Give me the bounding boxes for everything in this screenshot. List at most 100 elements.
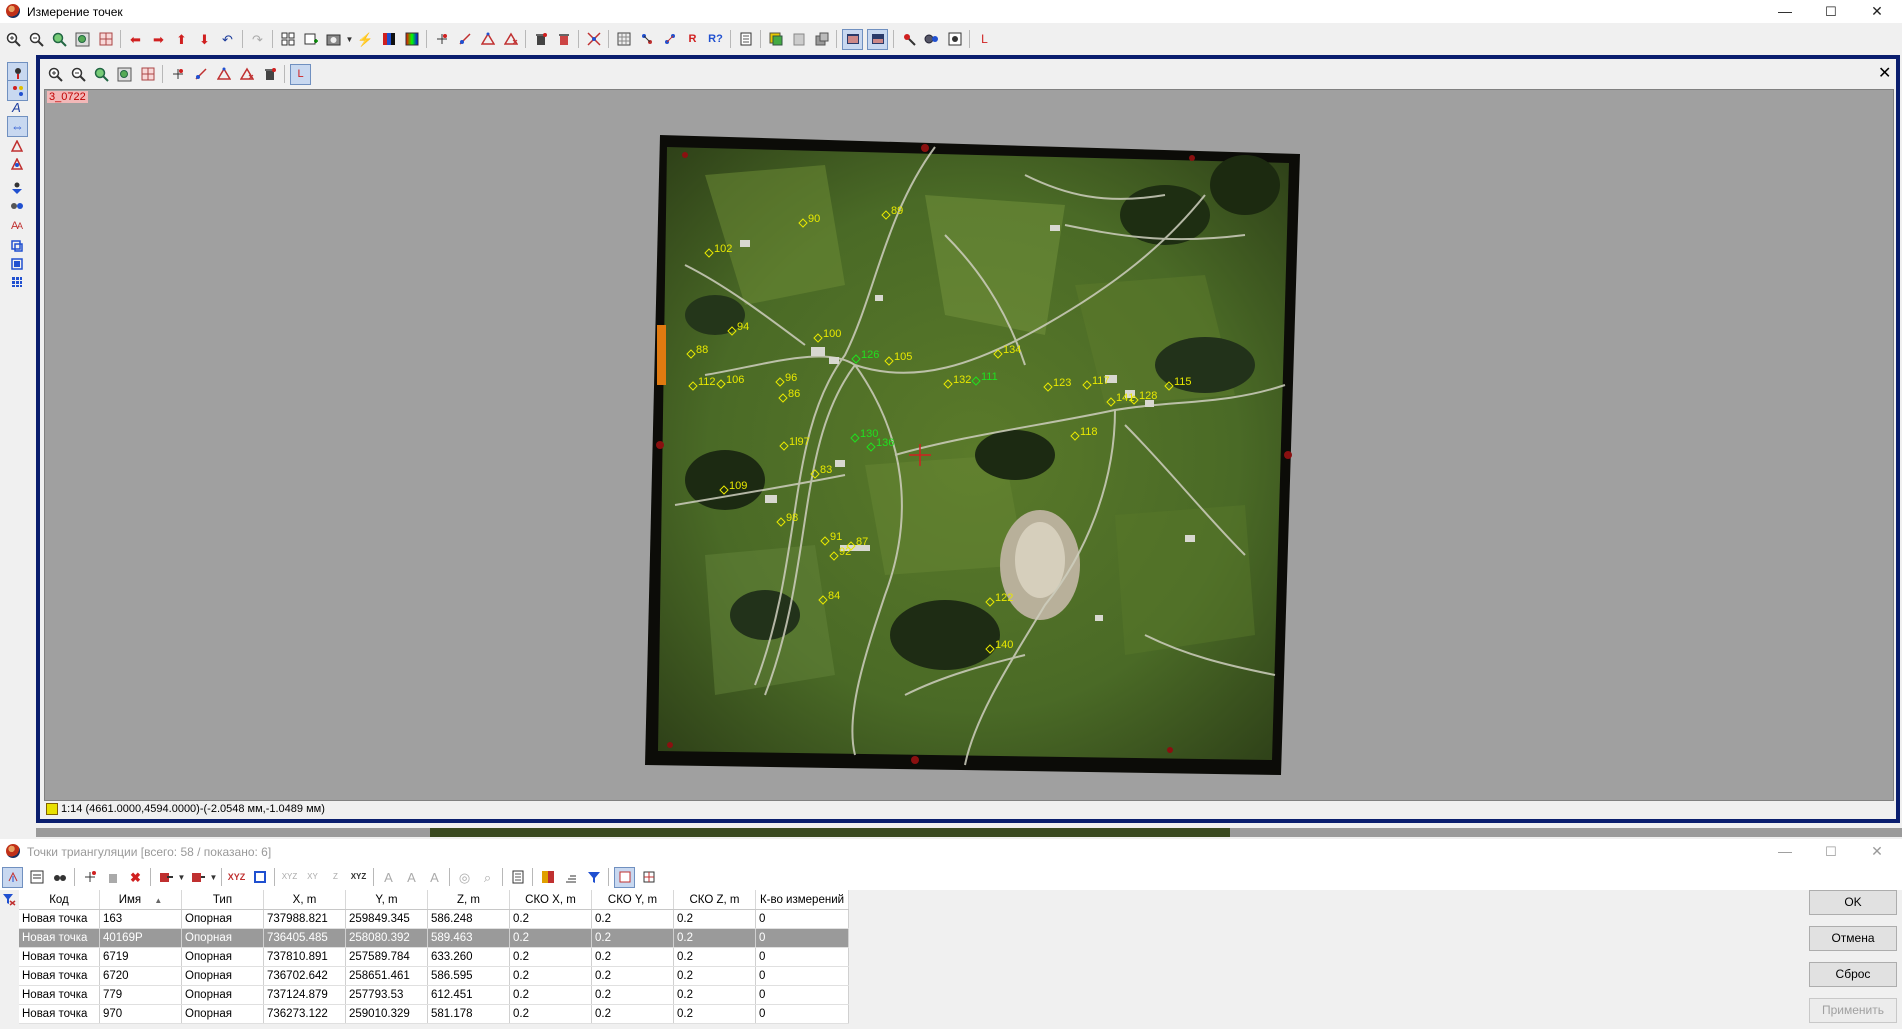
table-row[interactable]: Новая точка 40169P Опорная 736405.485 258080… <box>19 928 849 948</box>
zoom-in-icon[interactable] <box>4 30 23 49</box>
cell-name[interactable]: 6719 <box>99 947 182 967</box>
edit-row-icon[interactable] <box>103 868 122 887</box>
sort-value-icon[interactable] <box>561 868 580 887</box>
column-header-type[interactable]: Тип <box>181 890 264 910</box>
locate-icon[interactable]: ◎ <box>455 868 474 887</box>
filter-clear-icon[interactable] <box>2 892 16 909</box>
reset-button[interactable]: Сброс <box>1809 962 1897 987</box>
cell-rmse-y[interactable]: 0.2 <box>591 1004 674 1024</box>
auto-points-icon[interactable] <box>637 30 656 49</box>
cell-rmse-y[interactable]: 0.2 <box>591 928 674 948</box>
z-disabled-icon[interactable]: Z <box>326 868 345 887</box>
cell-code[interactable]: Новая точка <box>19 947 100 967</box>
horizontal-arrows-icon[interactable]: ⇔ <box>7 116 28 137</box>
triangle-c-icon[interactable]: A <box>425 868 444 887</box>
delete-row-icon[interactable]: ✖ <box>126 868 145 887</box>
cell-rmse-x[interactable]: 0.2 <box>509 928 592 948</box>
triangle-point-icon[interactable] <box>214 65 233 84</box>
table-row[interactable]: Новая точка 6719 Опорная 737810.891 257589.7… <box>19 947 849 967</box>
cell-rmse-x[interactable]: 0.2 <box>509 909 592 929</box>
zoom-tool-icon[interactable] <box>899 30 918 49</box>
point-triangle-icon[interactable] <box>7 136 26 155</box>
close-button[interactable]: ✕ <box>1854 840 1900 863</box>
sort-icon[interactable] <box>2 866 23 888</box>
grid-view-icon[interactable] <box>7 272 26 291</box>
maximize-button[interactable]: ☐ <box>1808 0 1854 23</box>
cell-name[interactable]: 40169P <box>99 928 182 948</box>
add-point-icon[interactable] <box>432 30 451 49</box>
cell-rmse-y[interactable]: 0.2 <box>591 947 674 967</box>
column-header-x[interactable]: X, m <box>263 890 346 910</box>
maximize-button[interactable]: ☐ <box>1808 840 1854 863</box>
table-row[interactable]: Новая точка 779 Опорная 737124.879 257793.53… <box>19 985 849 1005</box>
triangle-point-icon[interactable] <box>478 30 497 49</box>
cell-z[interactable]: 612.451 <box>427 985 510 1005</box>
add-point-icon[interactable] <box>168 65 187 84</box>
chevron-down-icon[interactable]: ▼ <box>177 873 186 882</box>
zoom-window-icon[interactable] <box>73 30 92 49</box>
cell-measurements[interactable]: 0 <box>755 909 849 929</box>
cell-z[interactable]: 633.260 <box>427 947 510 967</box>
cell-rmse-z[interactable]: 0.2 <box>673 909 756 929</box>
block-icon[interactable] <box>945 30 964 49</box>
aerial-photo[interactable]: 90 89 102 94 100 88 126 105 134 112 106 96 86 132 111 1… <box>645 135 1300 775</box>
cell-rmse-y[interactable]: 0.2 <box>591 966 674 986</box>
image-viewport[interactable]: 3_0722 90 89 102 94 100 88 126 105 134 1… <box>44 89 1894 801</box>
zoom-fit-icon[interactable] <box>50 30 69 49</box>
cell-y[interactable]: 257793.53 <box>345 985 428 1005</box>
cell-y[interactable]: 259010.329 <box>345 1004 428 1024</box>
arrow-left-icon[interactable]: ⬅ <box>126 30 145 49</box>
color-bars-icon[interactable] <box>379 30 398 49</box>
grid-toggle-icon[interactable] <box>639 868 658 887</box>
column-header-code[interactable]: Код <box>19 890 100 910</box>
cell-code[interactable]: Новая точка <box>19 966 100 986</box>
gear-tool-icon[interactable] <box>922 30 941 49</box>
cell-rmse-z[interactable]: 0.2 <box>673 947 756 967</box>
grid-icon[interactable] <box>96 30 115 49</box>
adjust-points-icon[interactable] <box>7 196 26 215</box>
filter-icon[interactable] <box>584 868 603 887</box>
add-row-icon[interactable] <box>80 868 99 887</box>
report-icon[interactable] <box>508 868 527 887</box>
image-close-button[interactable]: ✕ <box>1878 63 1891 83</box>
cell-name[interactable]: 779 <box>99 985 182 1005</box>
delete-point-icon[interactable] <box>237 65 256 84</box>
cell-name[interactable]: 6720 <box>99 966 182 986</box>
cell-type[interactable]: Опорная <box>181 909 264 929</box>
r-icon[interactable]: R <box>683 30 702 49</box>
cell-y[interactable]: 258651.461 <box>345 966 428 986</box>
clear-icon[interactable] <box>531 30 550 49</box>
cell-code[interactable]: Новая точка <box>19 1004 100 1024</box>
cell-x[interactable]: 737124.879 <box>263 985 346 1005</box>
lightning-icon[interactable]: ⚡ <box>356 30 375 49</box>
cell-y[interactable]: 259849.345 <box>345 909 428 929</box>
column-header-measurements[interactable]: К-во измерений <box>755 890 849 910</box>
undo-icon[interactable]: ↶ <box>218 30 237 49</box>
tie-points-icon[interactable] <box>584 30 603 49</box>
export-icon[interactable] <box>188 868 207 887</box>
column-header-name[interactable]: Имя ▲ <box>99 890 182 910</box>
import-icon[interactable] <box>156 868 175 887</box>
triangle-a-icon[interactable]: A <box>379 868 398 887</box>
column-header-rmse-x[interactable]: СКО X, m <box>509 890 592 910</box>
cell-code[interactable]: Новая точка <box>19 928 100 948</box>
l-icon[interactable]: L <box>975 30 994 49</box>
chevron-down-icon[interactable]: ▼ <box>345 35 354 44</box>
column-header-rmse-y[interactable]: СКО Y, m <box>591 890 674 910</box>
tile-icon[interactable] <box>278 30 297 49</box>
measure-point-icon[interactable] <box>455 30 474 49</box>
cell-x[interactable]: 736273.122 <box>263 1004 346 1024</box>
grid-points-icon[interactable] <box>614 30 633 49</box>
cell-y[interactable]: 258080.392 <box>345 928 428 948</box>
close-button[interactable]: ✕ <box>1854 0 1900 23</box>
view-double-icon[interactable] <box>867 28 888 50</box>
frames-icon[interactable] <box>7 254 26 273</box>
copy-frame-icon[interactable] <box>7 236 26 255</box>
l-toggle-button[interactable]: L <box>290 63 311 85</box>
zoom-window-icon[interactable] <box>115 65 134 84</box>
measure-point-icon[interactable] <box>191 65 210 84</box>
cell-rmse-y[interactable]: 0.2 <box>591 909 674 929</box>
compare-icon[interactable] <box>812 30 831 49</box>
cell-name[interactable]: 970 <box>99 1004 182 1024</box>
cell-x[interactable]: 737810.891 <box>263 947 346 967</box>
